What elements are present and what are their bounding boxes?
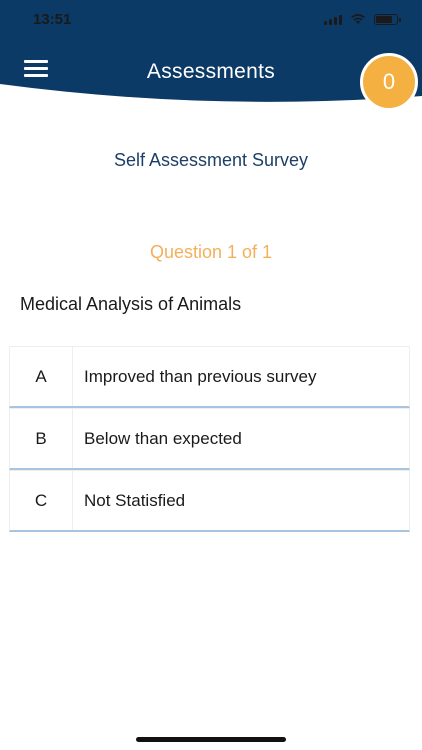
option-c[interactable]: C Not Statisfied xyxy=(9,470,410,532)
battery-icon xyxy=(374,13,401,25)
status-icons xyxy=(324,13,401,25)
option-label: Not Statisfied xyxy=(84,490,186,510)
wifi-icon xyxy=(351,14,365,24)
cellular-signal-icon xyxy=(324,14,342,25)
question-counter: Question 1 of 1 xyxy=(149,242,273,262)
status-time: 13:51 xyxy=(33,11,72,28)
option-letter: B xyxy=(10,409,73,468)
status-bar: 13:51 xyxy=(0,0,422,40)
page-title: Assessments xyxy=(146,60,276,83)
home-indicator[interactable] xyxy=(136,737,286,742)
option-letter: C xyxy=(10,471,73,530)
option-label: Below than expected xyxy=(84,428,242,448)
option-b[interactable]: B Below than expected xyxy=(9,408,410,470)
question-text: Medical Analysis of Animals xyxy=(20,294,242,314)
option-letter: A xyxy=(10,347,73,406)
answer-options: A Improved than previous survey B Below … xyxy=(9,346,410,532)
option-a[interactable]: A Improved than previous survey xyxy=(9,346,410,408)
option-label: Improved than previous survey xyxy=(84,366,317,386)
survey-title: Self Assessment Survey xyxy=(113,150,309,170)
app-header: 13:51 Assessments 0 xyxy=(0,0,422,111)
score-badge[interactable]: 0 xyxy=(360,53,418,111)
assessment-screen: 13:51 Assessments 0 Self Assessment Surv… xyxy=(0,0,422,750)
